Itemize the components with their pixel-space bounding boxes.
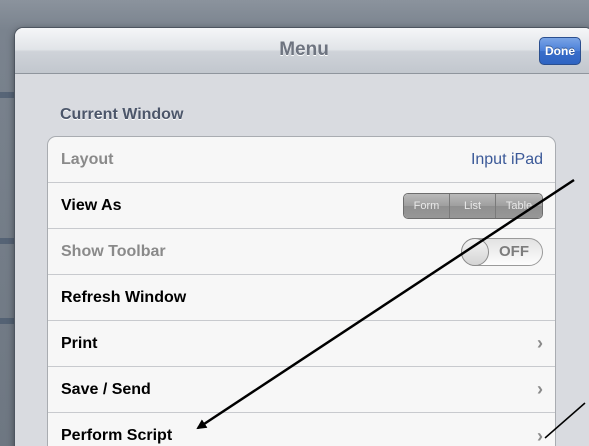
row-label: Perform Script (61, 427, 173, 444)
row-label: View As (61, 196, 122, 214)
row-label: Show Toolbar (61, 242, 166, 260)
chevron-right-icon: › (537, 333, 543, 353)
view-as-segmented-control: Form List Table (403, 192, 543, 219)
row-show-toolbar: Show Toolbar OFF (48, 229, 555, 275)
toggle-knob (461, 237, 489, 266)
row-label: Save / Send (61, 380, 151, 398)
row-label: Print (61, 334, 98, 352)
chevron-right-icon: › (537, 425, 543, 446)
row-save-send[interactable]: Save / Send › (48, 367, 555, 413)
row-label: Layout (61, 150, 114, 168)
row-view-as: View As Form List Table (48, 183, 555, 229)
section-header-current-window: Current Window (60, 106, 184, 123)
done-button[interactable]: Done (539, 37, 581, 65)
menu-popover: Menu Done Current Window Layout Input iP… (15, 28, 589, 446)
settings-group: Layout Input iPad View As Form List Tabl… (47, 136, 556, 446)
menu-content: Current Window Layout Input iPad View As… (15, 74, 589, 446)
layout-value: Input iPad (470, 150, 543, 168)
segment-list[interactable]: List (450, 193, 496, 218)
row-label: Refresh Window (61, 288, 187, 306)
toggle-state: OFF (499, 243, 529, 260)
chevron-right-icon: › (537, 379, 543, 399)
row-layout[interactable]: Layout Input iPad (48, 137, 555, 183)
row-print[interactable]: Print › (48, 321, 555, 367)
show-toolbar-toggle[interactable]: OFF (461, 237, 543, 266)
row-refresh-window[interactable]: Refresh Window (48, 275, 555, 321)
navigation-bar: Menu Done (15, 28, 589, 74)
segment-form[interactable]: Form (404, 193, 450, 218)
row-perform-script[interactable]: Perform Script › (48, 413, 555, 446)
menu-title: Menu (279, 39, 329, 60)
segment-table[interactable]: Table (496, 193, 542, 218)
